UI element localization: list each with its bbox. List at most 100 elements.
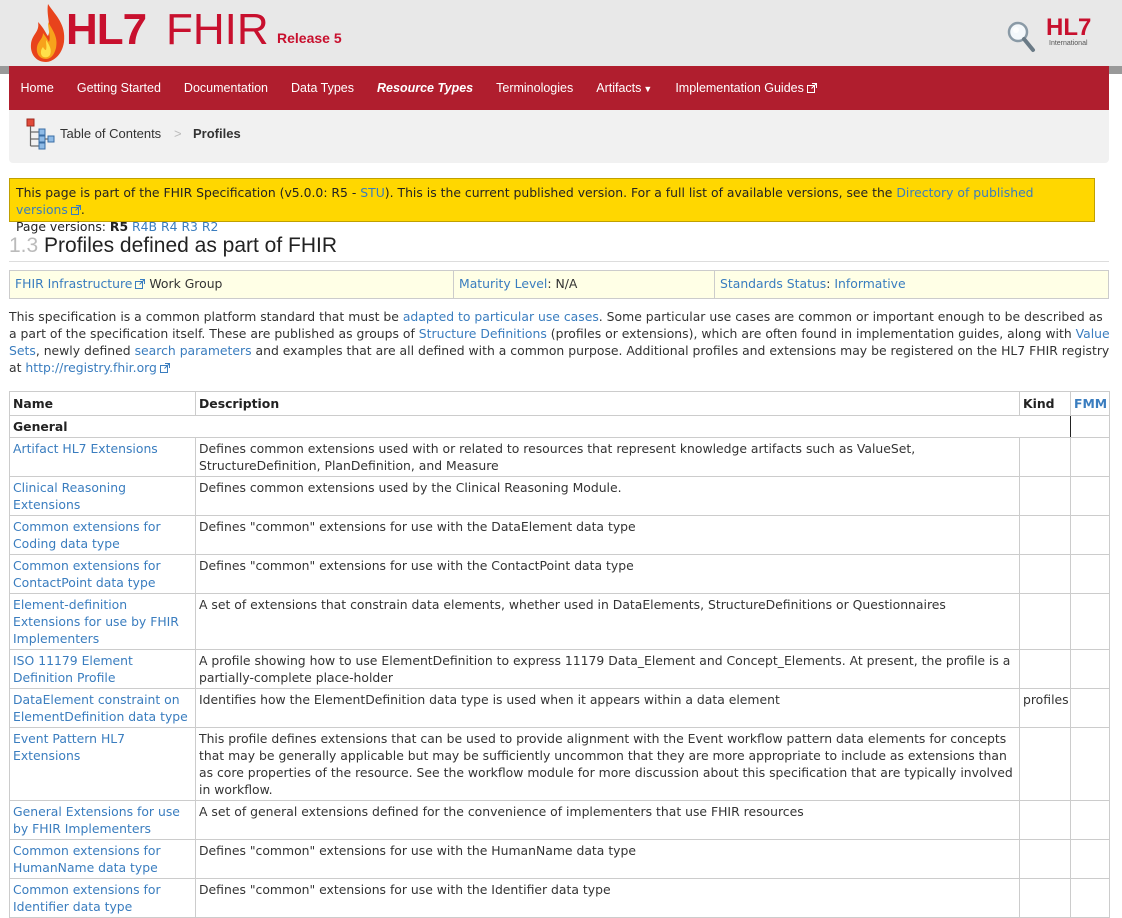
profile-name-cell: Common extensions for Coding data type <box>9 515 196 555</box>
site-header: HL7 FHIR Release 5 HL7 International <box>0 0 1122 66</box>
search-parameters-link[interactable]: search parameters <box>135 343 252 358</box>
profile-name-link[interactable]: Clinical Reasoning Extensions <box>13 480 126 512</box>
table-row: Element-definition Extensions for use by… <box>9 593 1110 650</box>
table-row: Common extensions for Identifier data ty… <box>9 878 1110 918</box>
work-group-suffix: Work Group <box>149 276 223 291</box>
maturity-level-link[interactable]: Maturity Level <box>459 276 547 291</box>
intro-text: , newly defined <box>35 343 135 358</box>
adapted-use-cases-link[interactable]: adapted to particular use cases <box>403 309 599 324</box>
table-row: DataElement constraint on ElementDefinit… <box>9 688 1110 728</box>
standards-status-link[interactable]: Standards Status <box>720 276 826 291</box>
stu-link[interactable]: STU <box>360 185 385 200</box>
profile-name-link[interactable]: Common extensions for Coding data type <box>13 519 161 551</box>
table-row: ISO 11179 Element Definition Profile A pr… <box>9 649 1110 689</box>
search-icon[interactable] <box>1006 20 1036 54</box>
table-row: General Extensions for use by FHIR Imple… <box>9 800 1110 840</box>
profile-name-link[interactable]: Common extensions for HumanName data typ… <box>13 843 161 875</box>
profile-fmm <box>1070 554 1110 594</box>
external-link-icon <box>159 363 170 373</box>
maturity-cell: Maturity Level: N/A <box>454 271 715 298</box>
table-row: Common extensions for ContactPoint data … <box>9 554 1110 594</box>
flame-logo-icon <box>30 4 65 62</box>
maturity-level-value: : N/A <box>547 276 578 291</box>
profile-kind <box>1019 476 1071 516</box>
profile-description: Defines common extensions used with or r… <box>195 437 1020 477</box>
profile-kind <box>1019 839 1071 879</box>
profile-name-link[interactable]: Artifact HL7 Extensions <box>13 441 158 456</box>
work-group-label: FHIR Infrastructure <box>15 276 133 291</box>
nav-data-types[interactable]: Data Types <box>280 81 366 95</box>
external-link-icon <box>806 83 817 93</box>
profile-name-link[interactable]: Element-definition Extensions for use by… <box>13 597 179 646</box>
table-row: Clinical Reasoning Extensions Defines com… <box>9 476 1110 516</box>
work-group-bar: FHIR Infrastructure Work Group Maturity … <box>9 270 1109 299</box>
header-description: Description <box>195 391 1020 416</box>
nav-implementation-guides-label: Implementation Guides <box>675 81 804 95</box>
version-notice: This page is part of the FHIR Specificat… <box>9 178 1095 234</box>
profile-fmm <box>1070 727 1110 801</box>
nav-implementation-guides[interactable]: Implementation Guides <box>664 81 829 95</box>
profile-name-cell: Event Pattern HL7 Extensions <box>9 727 196 801</box>
breadcrumb: Table of Contents > Profiles <box>9 110 1109 163</box>
table-of-contents-icon[interactable] <box>25 117 55 151</box>
profile-name-link[interactable]: ISO 11179 Element Definition Profile <box>13 653 133 685</box>
version-link-r4b[interactable]: R4B <box>132 219 157 234</box>
intro-text: This specification is a common platform … <box>9 309 403 324</box>
profile-fmm <box>1070 593 1110 650</box>
profile-name-cell: General Extensions for use by FHIR Imple… <box>9 800 196 840</box>
hl7-international-logo[interactable]: HL7 International <box>1046 14 1098 48</box>
profile-description: Defines "common" extensions for use with… <box>195 554 1020 594</box>
profile-fmm <box>1070 515 1110 555</box>
profile-name-cell: Common extensions for Identifier data ty… <box>9 878 196 918</box>
logo-fhir-text: FHIR <box>166 5 269 54</box>
breadcrumb-separator: > <box>174 126 182 141</box>
table-row: Common extensions for Coding data type De… <box>9 515 1110 555</box>
version-link-r2[interactable]: R2 <box>202 219 219 234</box>
nav-terminologies[interactable]: Terminologies <box>485 81 585 95</box>
breadcrumb-toc-link[interactable]: Table of Contents <box>60 126 161 141</box>
work-group-link[interactable]: FHIR Infrastructure <box>15 276 146 291</box>
nav-documentation[interactable]: Documentation <box>172 81 279 95</box>
header-kind: Kind <box>1019 391 1071 416</box>
profile-name-link[interactable]: Event Pattern HL7 Extensions <box>13 731 125 763</box>
structure-definitions-link[interactable]: Structure Definitions <box>419 326 547 341</box>
nav-resource-types[interactable]: Resource Types <box>366 81 485 95</box>
fmm-link[interactable]: FMM <box>1074 396 1107 411</box>
profiles-table: Name Description Kind FMM General Artifa… <box>9 391 1110 918</box>
profile-description: A set of general extensions defined for … <box>195 800 1020 840</box>
profile-description: Defines "common" extensions for use with… <box>195 839 1020 879</box>
profile-kind <box>1019 878 1071 918</box>
profile-fmm <box>1070 800 1110 840</box>
version-link-r4[interactable]: R4 <box>161 219 178 234</box>
profile-name-link[interactable]: DataElement constraint on ElementDefinit… <box>13 692 188 724</box>
profile-description: Defines "common" extensions for use with… <box>195 515 1020 555</box>
standards-status-cell: Standards Status: Informative <box>715 271 1108 298</box>
table-row: Common extensions for HumanName data typ… <box>9 839 1110 879</box>
logo-hl7-text: HL7 <box>66 5 147 54</box>
profile-description: A set of extensions that constrain data … <box>195 593 1020 650</box>
standards-status-value[interactable]: Informative <box>834 276 905 291</box>
profile-kind <box>1019 554 1071 594</box>
hl7-intl-text: HL7 <box>1046 14 1092 41</box>
section-spacer <box>1070 415 1110 438</box>
header-name: Name <box>9 391 196 416</box>
nav-getting-started[interactable]: Getting Started <box>65 81 172 95</box>
registry-link-label: http://registry.fhir.org <box>25 360 157 375</box>
profile-name-link[interactable]: General Extensions for use by FHIR Imple… <box>13 804 180 836</box>
profile-fmm <box>1070 688 1110 728</box>
intro-text: (profiles or extensions), which are ofte… <box>546 326 1076 341</box>
profile-name-cell: Clinical Reasoning Extensions <box>9 476 196 516</box>
section-number: 1.3 <box>9 234 39 257</box>
version-link-r3[interactable]: R3 <box>181 219 198 234</box>
profile-name-cell: Common extensions for HumanName data typ… <box>9 839 196 879</box>
profile-name-link[interactable]: Common extensions for Identifier data ty… <box>13 882 161 914</box>
nav-artifacts[interactable]: Artifacts ▼ <box>585 81 664 95</box>
notice-text: This page is part of the FHIR Specificat… <box>16 185 361 200</box>
profile-name-link[interactable]: Common extensions for ContactPoint data … <box>13 558 161 590</box>
registry-link[interactable]: http://registry.fhir.org <box>25 360 170 375</box>
profile-description: Identifies how the ElementDefinition dat… <box>195 688 1020 728</box>
intro-paragraph: This specification is a common platform … <box>9 308 1111 376</box>
nav-artifacts-label: Artifacts <box>596 81 642 95</box>
table-header-row: Name Description Kind FMM <box>9 391 1110 416</box>
nav-home[interactable]: Home <box>9 81 65 95</box>
